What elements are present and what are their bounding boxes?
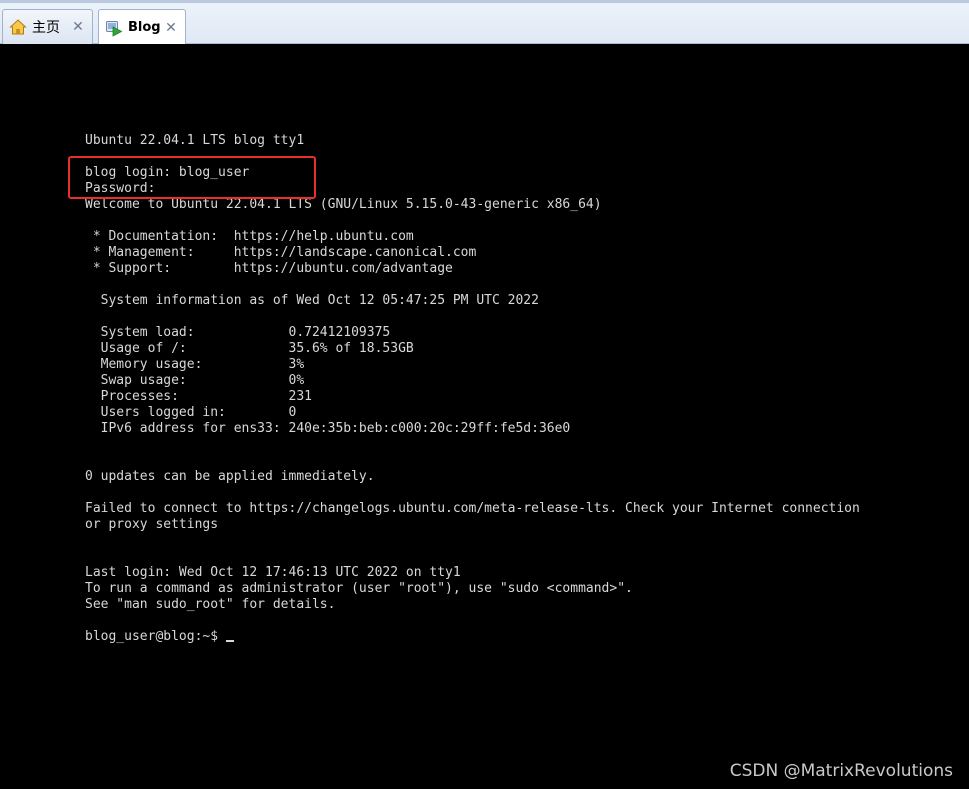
terminal-line: Last login: Wed Oct 12 17:46:13 UTC 2022… [85, 565, 461, 580]
terminal-line: Swap usage: 0% [85, 373, 305, 388]
terminal-line: * Support: https://ubuntu.com/advantage [85, 261, 453, 276]
terminal-line: See "man sudo_root" for details. [85, 597, 336, 612]
terminal-line: or proxy settings [85, 517, 219, 532]
shell-prompt-line[interactable]: blog_user@blog:~$ [85, 629, 860, 645]
terminal-line: Users logged in: 0 [85, 405, 297, 420]
terminal-line: Usage of /: 35.6% of 18.53GB [85, 341, 414, 356]
tab-home[interactable]: 主页 ✕ [2, 9, 93, 44]
terminal-line: Welcome to Ubuntu 22.04.1 LTS (GNU/Linux… [85, 197, 602, 212]
terminal-line: 0 updates can be applied immediately. [85, 469, 375, 484]
terminal-line: To run a command as administrator (user … [85, 581, 633, 596]
vm-console[interactable]: Ubuntu 22.04.1 LTS blog tty1 blog login: … [0, 44, 969, 789]
tab-home-label: 主页 [32, 20, 60, 36]
vm-play-icon [106, 20, 123, 37]
terminal-line: Memory usage: 3% [85, 357, 305, 372]
terminal-line: Processes: 231 [85, 389, 312, 404]
terminal-line: * Management: https://landscape.canonica… [85, 245, 477, 260]
terminal-line: System load: 0.72412109375 [85, 325, 391, 340]
tab-bar: 主页 ✕ Blog ✕ [0, 0, 969, 45]
text-cursor [225, 640, 234, 642]
terminal-line: Ubuntu 22.04.1 LTS blog tty1 [85, 133, 305, 148]
terminal-line: System information as of Wed Oct 12 05:4… [85, 293, 539, 308]
watermark: CSDN @MatrixRevolutions [729, 761, 953, 781]
shell-prompt: blog_user@blog:~$ [85, 629, 226, 644]
terminal-output: Ubuntu 22.04.1 LTS blog tty1 blog login: … [85, 133, 860, 645]
terminal-line: Failed to connect to https://changelogs.… [85, 501, 860, 516]
tab-blog[interactable]: Blog ✕ [98, 9, 186, 45]
home-icon [9, 19, 27, 35]
terminal-line: IPv6 address for ens33: 240e:35b:beb:c00… [85, 421, 571, 436]
login-highlight-annotation [68, 156, 316, 199]
vm-window: 主页 ✕ Blog ✕ Ubuntu 22.04.1 LTS blog tty1… [0, 0, 969, 789]
terminal-line: * Documentation: https://help.ubuntu.com [85, 229, 414, 244]
close-icon[interactable]: ✕ [165, 21, 177, 35]
tab-blog-label: Blog [128, 20, 161, 35]
close-icon[interactable]: ✕ [72, 20, 84, 34]
